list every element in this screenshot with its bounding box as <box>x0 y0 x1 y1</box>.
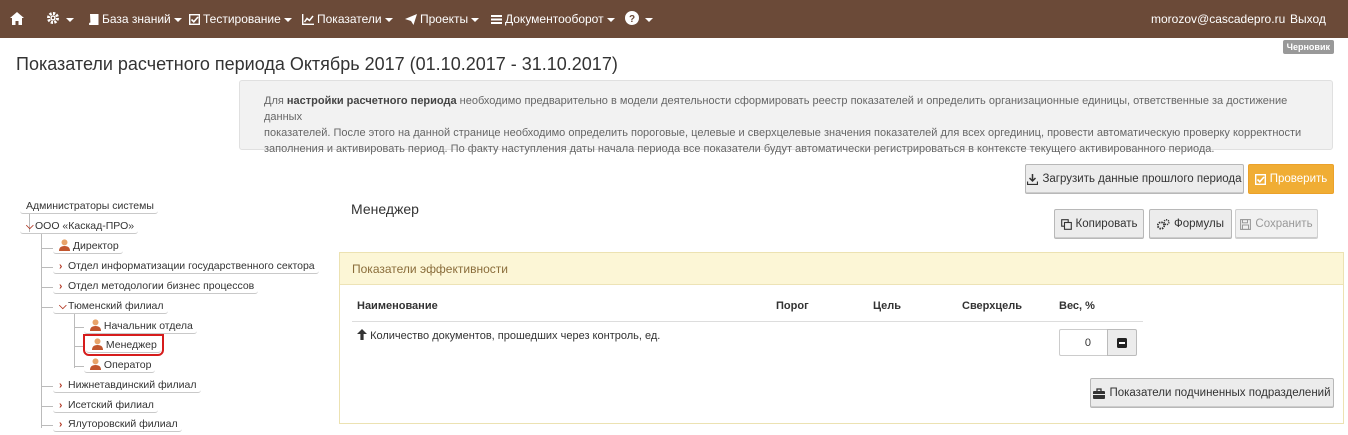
line-chart-icon <box>302 14 314 25</box>
top-navbar: База знаний Тестирование Показатели Прое… <box>0 0 1348 38</box>
user-icon <box>90 358 101 370</box>
home-icon <box>10 12 24 25</box>
user-icon <box>92 338 103 350</box>
cogs-icon <box>1156 218 1170 230</box>
check-button[interactable]: Проверить <box>1248 164 1334 194</box>
chevron-right-icon[interactable]: › <box>59 259 68 275</box>
floppy-disk-icon <box>1240 218 1252 230</box>
table-row: Количество документов, прошедших через к… <box>357 329 660 342</box>
tree-node-dept-informatization[interactable]: › Отдел информатизации государственного с… <box>53 258 319 274</box>
status-badge: Черновик <box>1282 40 1334 54</box>
download-icon <box>1027 173 1039 185</box>
tree-node-operator[interactable]: Оператор <box>84 357 156 373</box>
column-header-name: Наименование <box>357 300 438 312</box>
copy-icon <box>1060 218 1072 230</box>
chevron-right-icon[interactable]: › <box>59 417 68 433</box>
minus-square-icon <box>1117 337 1127 348</box>
book-icon <box>89 13 99 26</box>
load-previous-period-button[interactable]: Загрузить данные прошлого периода <box>1025 164 1244 194</box>
tree-node-dept-methodology[interactable]: › Отдел методологии бизнес процессов <box>53 278 259 295</box>
tree-node-nizhnetavdinsky[interactable]: › Нижнетавдинский филиал <box>53 377 201 393</box>
remove-indicator-button[interactable] <box>1107 329 1137 356</box>
nav-indicators[interactable]: Показатели <box>302 0 393 38</box>
chevron-right-icon[interactable]: › <box>59 279 68 295</box>
column-header-threshold: Порог <box>776 300 809 312</box>
info-box: Для настройки расчетного периода необход… <box>239 80 1333 155</box>
column-header-stretch: Сверхцель <box>962 300 1023 312</box>
section-title: Менеджер <box>351 201 419 217</box>
briefcase-icon <box>1093 387 1106 399</box>
tree-node-admins[interactable]: Администраторы системы <box>20 198 158 214</box>
help-menu[interactable]: ? <box>625 0 653 38</box>
column-header-target: Цель <box>873 300 902 312</box>
chevron-down-icon[interactable]: ⌵ <box>59 299 68 315</box>
tree-node-head[interactable]: Начальник отдела <box>84 318 197 334</box>
tree-node-tyumen[interactable]: ⌵Тюменский филиал <box>53 298 168 314</box>
chevron-down-icon[interactable]: ⌵ <box>26 219 35 235</box>
checkbox-icon <box>188 13 201 26</box>
chevron-right-icon[interactable]: › <box>59 378 68 394</box>
settings-menu[interactable] <box>46 0 74 38</box>
arrow-up-icon <box>357 329 367 340</box>
list-icon <box>491 15 502 24</box>
check-square-icon <box>1254 173 1266 185</box>
formulas-button[interactable]: Формулы <box>1149 209 1232 239</box>
tree-node-isetsky[interactable]: › Исетский филиал <box>53 397 158 413</box>
weight-input[interactable] <box>1059 329 1108 356</box>
gear-icon <box>47 12 59 24</box>
nav-testing[interactable]: Тестирование <box>188 0 292 38</box>
home-button[interactable] <box>10 0 27 38</box>
user-email[interactable]: morozov@cascadepro.ru <box>1151 0 1285 38</box>
svg-text:?: ? <box>629 14 635 25</box>
tree-node-director[interactable]: Директор <box>53 238 123 254</box>
user-icon <box>90 319 101 331</box>
user-icon <box>59 239 70 251</box>
question-circle-icon: ? <box>625 11 639 25</box>
nav-projects[interactable]: Проекты <box>405 0 480 38</box>
column-header-weight: Вес, % <box>1059 300 1095 312</box>
save-button[interactable]: Сохранить <box>1235 209 1318 239</box>
chevron-right-icon[interactable]: › <box>59 398 68 414</box>
page-title: Показатели расчетного периода Октябрь 20… <box>16 54 618 74</box>
nav-document-flow[interactable]: Документооборот <box>491 0 615 38</box>
tree-node-manager[interactable]: Менеджер <box>83 334 164 356</box>
subordinate-indicators-button[interactable]: Показатели подчиненных подразделений <box>1090 378 1334 408</box>
panel-title: Показатели эффективности <box>340 253 1343 285</box>
tree-node-yalutorovsky[interactable]: › Ялуторовский филиал <box>53 416 182 432</box>
tree-node-org[interactable]: ⌵ООО «Каскад-ПРО» <box>20 218 139 235</box>
paper-plane-icon <box>405 14 417 25</box>
logout-link[interactable]: Выход <box>1290 0 1326 38</box>
copy-button[interactable]: Копировать <box>1054 209 1144 239</box>
nav-knowledge-base[interactable]: База знаний <box>88 0 182 38</box>
